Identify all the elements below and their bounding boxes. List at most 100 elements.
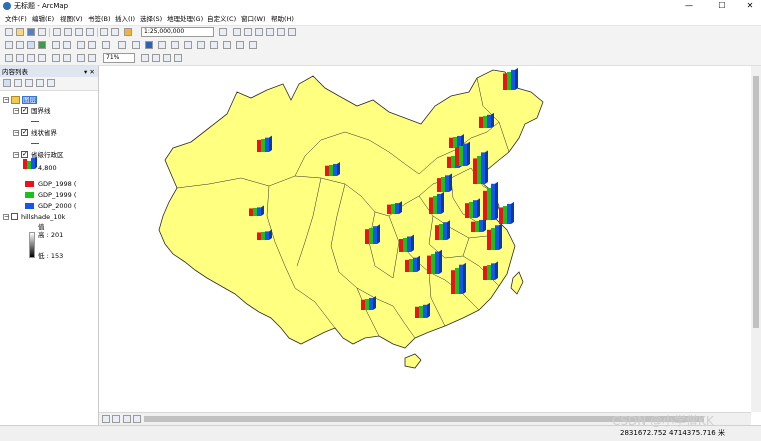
table-of-contents-icon[interactable] xyxy=(233,28,241,36)
html-popup-icon[interactable] xyxy=(210,41,218,49)
layout-zoom-out-icon[interactable] xyxy=(16,54,24,62)
zoom-out-icon[interactable] xyxy=(16,41,24,49)
layer-visibility-checkbox[interactable]: ✓ xyxy=(21,129,28,136)
layer-visibility-checkbox[interactable]: ✓ xyxy=(21,107,28,114)
layer-name-hillshade[interactable]: hillshade_10k xyxy=(21,213,65,221)
data-driven-pages-icon[interactable] xyxy=(174,54,182,62)
menu-view[interactable]: 视图(V) xyxy=(60,15,83,23)
maximize-button[interactable]: ☐ xyxy=(713,1,731,11)
go-to-xy-icon[interactable] xyxy=(171,41,179,49)
select-features-icon[interactable] xyxy=(102,41,110,49)
layout-view-icon[interactable] xyxy=(112,415,120,423)
vertical-scroll-thumb[interactable] xyxy=(753,76,759,328)
redo-icon[interactable] xyxy=(111,28,119,36)
zoom-100-icon[interactable] xyxy=(52,54,60,62)
layer-expander[interactable]: − xyxy=(13,152,19,158)
toc-options-icon[interactable] xyxy=(47,79,55,87)
paste-icon[interactable] xyxy=(75,28,83,36)
map-view[interactable] xyxy=(99,66,751,412)
close-button[interactable]: ✕ xyxy=(741,1,759,11)
modelbuilder-icon[interactable] xyxy=(288,28,296,36)
list-by-visibility-icon[interactable] xyxy=(25,79,33,87)
gdp-bar xyxy=(445,175,449,192)
full-extent-icon[interactable] xyxy=(38,41,46,49)
menu-geoprocessing[interactable]: 地理处理(G) xyxy=(167,15,203,23)
change-layout-icon[interactable] xyxy=(163,54,171,62)
select-elements-icon[interactable] xyxy=(132,41,140,49)
layout-forward-icon[interactable] xyxy=(88,54,96,62)
toggle-draft-mode-icon[interactable] xyxy=(141,54,149,62)
menu-insert[interactable]: 插入(I) xyxy=(115,15,135,23)
fixed-zoom-in-icon[interactable] xyxy=(52,41,60,49)
menu-bookmarks[interactable]: 书签(B) xyxy=(88,15,111,23)
cut-icon[interactable] xyxy=(53,28,61,36)
layout-pan-icon[interactable] xyxy=(27,54,35,62)
layout-back-icon[interactable] xyxy=(77,54,85,62)
list-by-source-icon[interactable] xyxy=(14,79,22,87)
search-window-icon[interactable] xyxy=(255,28,263,36)
menu-file[interactable]: 文件(F) xyxy=(5,15,27,23)
hillshade-value-label: 值 xyxy=(38,223,45,231)
open-folder-icon[interactable] xyxy=(16,28,24,36)
gdp-bar xyxy=(511,69,515,90)
catalog-window-icon[interactable] xyxy=(244,28,252,36)
layer-expander[interactable]: − xyxy=(13,130,19,136)
zoom-in-icon[interactable] xyxy=(5,41,13,49)
clear-selection-icon[interactable] xyxy=(118,41,126,49)
delete-icon[interactable] xyxy=(86,28,94,36)
layer-expander[interactable]: − xyxy=(13,108,19,114)
time-slider-icon[interactable] xyxy=(236,41,244,49)
list-by-drawing-order-icon[interactable] xyxy=(3,79,11,87)
copy-icon[interactable] xyxy=(64,28,72,36)
pan-icon[interactable] xyxy=(27,41,35,49)
fixed-zoom-out-icon[interactable] xyxy=(63,41,71,49)
back-extent-icon[interactable] xyxy=(77,41,85,49)
swipe-icon[interactable] xyxy=(249,41,257,49)
create-viewer-icon[interactable] xyxy=(223,41,231,49)
find-icon[interactable] xyxy=(158,41,166,49)
menu-help[interactable]: 帮助(H) xyxy=(271,15,294,23)
frame-collapse-expander[interactable]: − xyxy=(3,97,9,103)
undo-icon[interactable] xyxy=(100,28,108,36)
layout-fixed-zoom-icon[interactable] xyxy=(63,54,71,62)
menu-selection[interactable]: 选择(S) xyxy=(140,15,162,23)
gdp-bar xyxy=(471,221,475,232)
hyperlink-icon[interactable] xyxy=(197,41,205,49)
print-icon[interactable] xyxy=(38,28,46,36)
layout-zoom-in-icon[interactable] xyxy=(5,54,13,62)
measure-icon[interactable] xyxy=(184,41,192,49)
minimize-button[interactable]: — xyxy=(680,1,698,11)
gdp-bar-side xyxy=(491,112,494,128)
menu-edit[interactable]: 编辑(E) xyxy=(32,15,54,23)
zoom-whole-page-icon[interactable] xyxy=(38,54,46,62)
pause-drawing-icon[interactable] xyxy=(133,415,141,423)
gdp-bar xyxy=(475,221,479,232)
gdp-bar xyxy=(491,263,495,280)
toc-pin-close[interactable]: ▾ ✕ xyxy=(84,68,95,76)
data-view-icon[interactable] xyxy=(102,415,110,423)
arctoolbox-icon[interactable] xyxy=(266,28,274,36)
new-document-icon[interactable] xyxy=(5,28,13,36)
python-window-icon[interactable] xyxy=(277,28,285,36)
identify-icon[interactable] xyxy=(145,41,153,49)
refresh-icon[interactable] xyxy=(123,415,131,423)
forward-extent-icon[interactable] xyxy=(88,41,96,49)
gdp-bar xyxy=(435,225,439,240)
editor-toolbar-icon[interactable] xyxy=(219,28,227,36)
layer-expander[interactable]: − xyxy=(3,214,9,220)
data-frame-label[interactable]: 图层 xyxy=(22,96,37,104)
vertical-scrollbar[interactable] xyxy=(751,66,761,412)
gdp-bar xyxy=(443,222,447,240)
menu-windows[interactable]: 窗口(W) xyxy=(241,15,266,23)
map-scale-combo[interactable]: 1:25,000,000 xyxy=(141,27,214,37)
save-icon[interactable] xyxy=(27,28,35,36)
add-data-icon[interactable] xyxy=(124,28,132,36)
focus-data-frame-icon[interactable] xyxy=(152,54,160,62)
layout-zoom-combo[interactable]: 71% xyxy=(103,53,135,63)
menu-customize[interactable]: 自定义(C) xyxy=(207,15,236,23)
list-by-selection-icon[interactable] xyxy=(36,79,44,87)
layer-name-boundary[interactable]: 国界线 xyxy=(31,107,51,115)
layer-name-province-lines[interactable]: 线状省界 xyxy=(31,129,57,137)
gdp-bar-side xyxy=(449,173,452,192)
layer-visibility-checkbox[interactable] xyxy=(11,213,18,220)
